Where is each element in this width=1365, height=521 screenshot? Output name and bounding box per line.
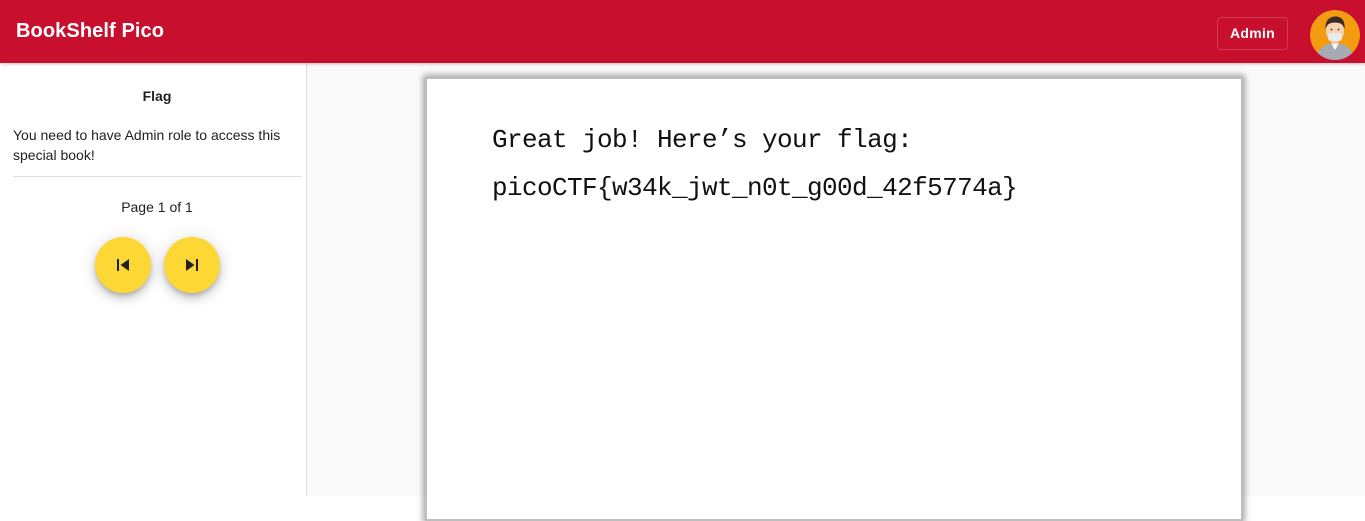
skip-next-icon bbox=[186, 259, 198, 271]
app-bar: BookShelf Pico Admin bbox=[0, 0, 1365, 63]
app-title: BookShelf Pico bbox=[16, 20, 165, 42]
previous-page-button[interactable] bbox=[95, 237, 151, 293]
page-indicator: Page 1 of 1 bbox=[121, 199, 193, 215]
flag-text: picoCTF{w34k_jwt_n0t_g00d_42f5774a} bbox=[492, 173, 1018, 203]
book-text-line: Great job! Here’s your flag: bbox=[492, 125, 913, 155]
divider bbox=[13, 176, 302, 177]
book-viewer: Great job! Here’s your flag: picoCTF{w34… bbox=[307, 63, 1365, 521]
book-page: Great job! Here’s your flag: picoCTF{w34… bbox=[425, 77, 1243, 521]
admin-button[interactable]: Admin bbox=[1217, 17, 1288, 50]
skip-previous-icon bbox=[117, 259, 129, 271]
sidebar-title: Flag bbox=[142, 88, 172, 104]
sidebar-description: You need to have Admin role to access th… bbox=[13, 127, 281, 163]
user-avatar-icon[interactable] bbox=[1310, 10, 1360, 60]
sidebar: Flag You need to have Admin role to acce… bbox=[0, 63, 307, 496]
next-page-button[interactable] bbox=[164, 237, 220, 293]
